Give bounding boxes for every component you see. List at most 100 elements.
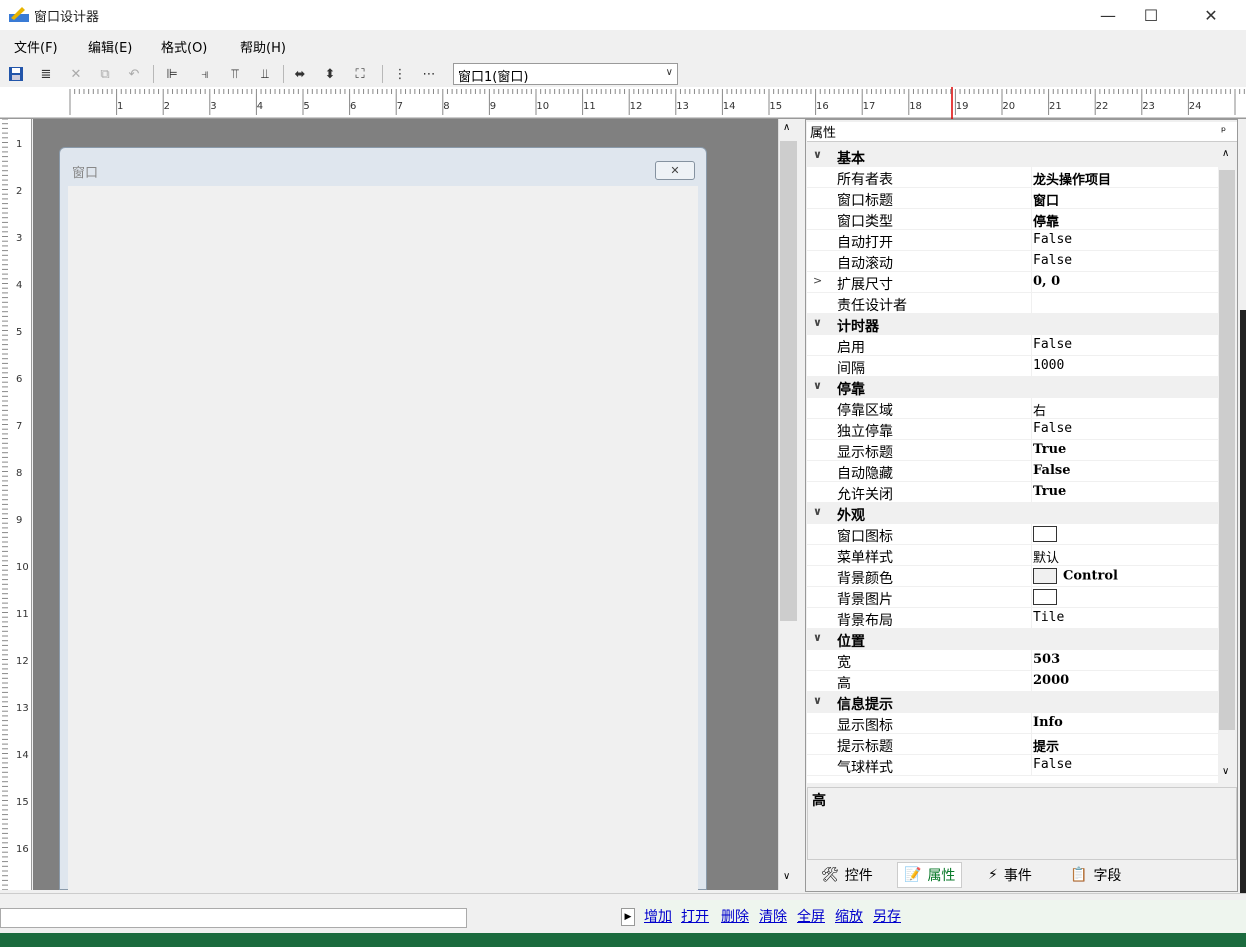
property-value[interactable]: False	[1033, 757, 1072, 772]
property-row[interactable]: 气球样式 False	[807, 755, 1218, 776]
property-value[interactable]: 提示	[1033, 736, 1059, 755]
property-value[interactable]: 窗口	[1033, 190, 1059, 209]
property-row[interactable]: 背景颜色 Control	[807, 566, 1218, 587]
property-row[interactable]: 窗口标题 窗口	[807, 188, 1218, 209]
link-save-as[interactable]: 另存	[873, 906, 901, 926]
save-icon[interactable]	[6, 64, 26, 84]
property-row[interactable]: 自动隐藏 False	[807, 461, 1218, 482]
property-row[interactable]: 所有者表 龙头操作项目	[807, 167, 1218, 188]
pin-icon[interactable]: ᵖ	[1221, 124, 1226, 138]
same-height-icon[interactable]: ⬍	[320, 64, 340, 84]
property-row[interactable]: 间隔 1000	[807, 356, 1218, 377]
property-value[interactable]: 默认	[1033, 547, 1059, 566]
chevron-down-icon[interactable]: ∨	[813, 316, 822, 329]
tab-controls[interactable]: 🛠 控件	[815, 862, 879, 888]
property-category[interactable]: ∨ 基本	[807, 146, 1218, 167]
link-clear[interactable]: 清除	[759, 906, 787, 926]
chevron-down-icon[interactable]: ∨	[813, 505, 822, 518]
property-value[interactable]: Tile	[1033, 610, 1064, 625]
property-value[interactable]: False	[1033, 463, 1070, 478]
same-size-icon[interactable]: ⛶	[350, 64, 370, 84]
property-value[interactable]: False	[1033, 337, 1072, 352]
undo-icon[interactable]: ↶	[124, 64, 144, 84]
property-row[interactable]: 高 2000	[807, 671, 1218, 692]
property-category[interactable]: ∨ 信息提示	[807, 692, 1218, 713]
property-row[interactable]: 菜单样式 默认	[807, 545, 1218, 566]
property-value[interactable]: False	[1033, 253, 1072, 268]
link-open[interactable]: 打开	[681, 906, 709, 926]
property-value[interactable]: 右	[1033, 400, 1046, 419]
chevron-down-icon[interactable]: ∨	[813, 694, 822, 707]
property-value[interactable]	[1033, 526, 1063, 542]
property-value[interactable]: 1000	[1033, 358, 1064, 373]
align-left-icon[interactable]: ⊫	[162, 64, 182, 84]
object-selector[interactable]: 窗口1(窗口) ∨	[453, 63, 678, 85]
maximize-button[interactable]: ☐	[1128, 0, 1174, 30]
property-row[interactable]: 提示标题 提示	[807, 734, 1218, 755]
property-value[interactable]: 龙头操作项目	[1033, 169, 1111, 188]
play-icon[interactable]: ▶	[621, 908, 635, 926]
horizontal-spacing-icon[interactable]: ⋯	[419, 64, 439, 84]
link-zoom[interactable]: 缩放	[835, 906, 863, 926]
link-add[interactable]: 增加	[644, 906, 672, 926]
same-width-icon[interactable]: ⬌	[290, 64, 310, 84]
close-button[interactable]: ✕	[1188, 0, 1234, 30]
property-value[interactable]: 停靠	[1033, 211, 1059, 230]
scroll-down-icon[interactable]: ∨	[783, 871, 790, 882]
align-right-icon[interactable]: ⫣	[195, 64, 215, 84]
chevron-down-icon[interactable]: ∨	[813, 148, 822, 161]
property-value[interactable]: 2000	[1033, 673, 1069, 688]
align-top-icon[interactable]: ⫪	[225, 64, 245, 84]
property-category[interactable]: ∨ 停靠	[807, 377, 1218, 398]
designed-window-client[interactable]	[68, 186, 698, 890]
property-row[interactable]: 背景布局 Tile	[807, 608, 1218, 629]
delete-icon[interactable]: ✕	[66, 64, 86, 84]
property-row[interactable]: 启用 False	[807, 335, 1218, 356]
properties-list-icon[interactable]: ≣	[36, 64, 56, 84]
scroll-up-icon[interactable]: ∧	[783, 122, 790, 133]
tab-events[interactable]: ⚡ 事件	[982, 862, 1038, 888]
property-row[interactable]: 窗口类型 停靠	[807, 209, 1218, 230]
property-value[interactable]: True	[1033, 484, 1066, 499]
property-row[interactable]: 背景图片	[807, 587, 1218, 608]
property-value[interactable]: True	[1033, 442, 1066, 457]
canvas-scroll-thumb[interactable]	[780, 141, 797, 621]
chevron-down-icon[interactable]: ∨	[813, 631, 822, 644]
menu-file[interactable]: 文件(F)	[14, 37, 58, 56]
property-value[interactable]: 0, 0	[1033, 274, 1060, 289]
align-bottom-icon[interactable]: ⫫	[255, 64, 275, 84]
property-row[interactable]: 责任设计者	[807, 293, 1218, 314]
property-category[interactable]: ∨ 外观	[807, 503, 1218, 524]
property-row[interactable]: 显示图标 Info	[807, 713, 1218, 734]
link-fullscreen[interactable]: 全屏	[797, 906, 825, 926]
menu-help[interactable]: 帮助(H)	[240, 37, 286, 56]
vertical-spacing-icon[interactable]: ⋮	[390, 64, 410, 84]
property-row[interactable]: 窗口图标	[807, 524, 1218, 545]
property-value[interactable]: Control	[1033, 568, 1118, 584]
property-value[interactable]	[1033, 589, 1063, 605]
menu-edit[interactable]: 编辑(E)	[88, 37, 132, 56]
property-row[interactable]: 宽 503	[807, 650, 1218, 671]
property-row[interactable]: 独立停靠 False	[807, 419, 1218, 440]
tab-properties[interactable]: 📝 属性	[897, 862, 963, 888]
chevron-down-icon[interactable]: ∨	[813, 379, 822, 392]
property-row[interactable]: 自动打开 False	[807, 230, 1218, 251]
property-row[interactable]: > 扩展尺寸 0, 0	[807, 272, 1218, 293]
minimize-button[interactable]: —	[1085, 0, 1131, 30]
scroll-down-icon[interactable]: ∨	[1222, 766, 1229, 777]
property-row[interactable]: 自动滚动 False	[807, 251, 1218, 272]
grid-scroll-thumb[interactable]	[1219, 170, 1235, 730]
menu-format[interactable]: 格式(O)	[161, 37, 207, 56]
property-category[interactable]: ∨ 位置	[807, 629, 1218, 650]
property-value[interactable]: 503	[1033, 652, 1060, 667]
copy-icon[interactable]: ⧉	[95, 64, 115, 84]
property-row[interactable]: 允许关闭 True	[807, 482, 1218, 503]
property-row[interactable]: 停靠区域 右	[807, 398, 1218, 419]
property-value[interactable]: Info	[1033, 715, 1063, 730]
property-row[interactable]: 显示标题 True	[807, 440, 1218, 461]
property-value[interactable]: False	[1033, 421, 1072, 436]
chevron-right-icon[interactable]: >	[813, 274, 822, 287]
tab-fields[interactable]: 📋 字段	[1064, 862, 1127, 888]
scroll-up-icon[interactable]: ∧	[1222, 148, 1229, 159]
property-category[interactable]: ∨ 计时器	[807, 314, 1218, 335]
